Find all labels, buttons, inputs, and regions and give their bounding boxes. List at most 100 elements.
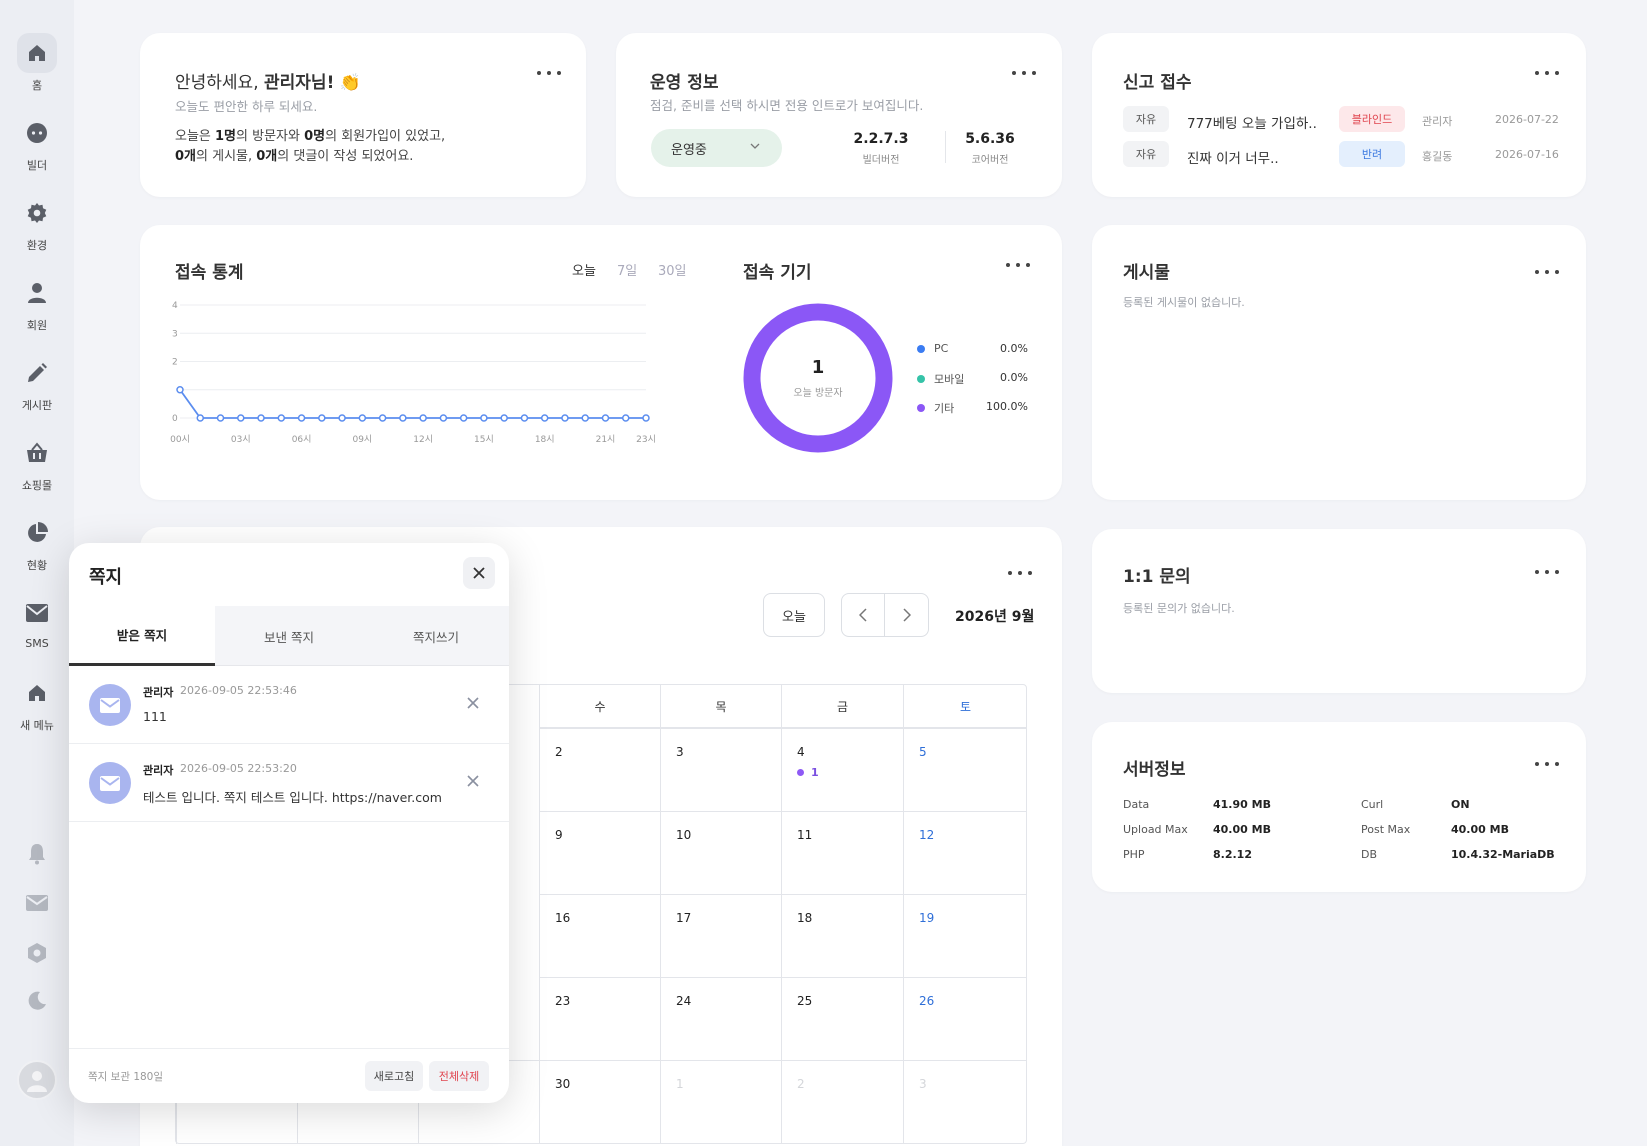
message-tabs: 받은 쪽지 보낸 쪽지 쪽지쓰기 — [69, 606, 509, 666]
user-icon — [17, 273, 57, 313]
data-point — [601, 414, 610, 422]
server-value: 40.00 MB — [1213, 823, 1271, 836]
calendar-event[interactable]: 1 — [797, 766, 903, 779]
calendar-day[interactable]: 17 — [660, 894, 781, 977]
server-value: 41.90 MB — [1213, 798, 1271, 811]
data-point — [277, 414, 286, 422]
refresh-button[interactable]: 새로고침 — [365, 1061, 423, 1091]
calendar-day[interactable]: 16 — [539, 894, 660, 977]
stats-card: 접속 통계 오늘 7일 30일 0 2 3 4 00시 03시 06시 09시 12시 15시 18… — [140, 225, 1062, 500]
message-item[interactable]: 관리자 2026-09-05 22:53:46 111 — [69, 666, 509, 744]
tab-compose[interactable]: 쪽지쓰기 — [363, 606, 509, 666]
tab-today[interactable]: 오늘 — [572, 260, 596, 279]
sidebar-item-settings[interactable]: 환경 — [0, 193, 74, 253]
calendar-day[interactable]: 1 — [660, 1060, 781, 1144]
more-button[interactable] — [1006, 259, 1030, 271]
moon-icon[interactable] — [0, 991, 74, 1011]
reports-card: 신고 접수 자유 777베팅 오늘 가입하.. 블라인드 관리자 2026-07… — [1092, 33, 1586, 197]
calendar-day[interactable]: 25 — [781, 977, 903, 1060]
calendar-day[interactable]: 4 1 — [781, 728, 903, 811]
more-button[interactable] — [1535, 758, 1559, 770]
avatar[interactable] — [17, 1060, 57, 1100]
sidebar-item-board[interactable]: 게시판 — [0, 353, 74, 413]
more-button[interactable] — [1008, 567, 1032, 579]
sidebar-item-sms[interactable]: SMS — [0, 593, 74, 650]
sidebar-item-shop[interactable]: 쇼핑몰 — [0, 433, 74, 493]
builder-version-number: 2.2.7.3 — [853, 131, 909, 147]
prev-month-button[interactable] — [842, 594, 886, 636]
tab-inbox[interactable]: 받은 쪽지 — [69, 606, 215, 666]
calendar-day[interactable]: 2 — [539, 728, 660, 811]
sidebar-item-members[interactable]: 회원 — [0, 273, 74, 333]
sidebar-item-builder[interactable]: 빌더 — [0, 113, 74, 173]
next-month-button[interactable] — [885, 594, 928, 636]
report-title: 진짜 이거 너무.. — [1187, 151, 1279, 167]
calendar-day[interactable]: 5 — [903, 728, 1027, 811]
status-badge: 블라인드 — [1339, 106, 1405, 132]
clap-emoji: 👏 — [339, 73, 361, 93]
message-time: 2026-09-05 22:53:20 — [180, 762, 297, 775]
calendar-day[interactable]: 11 — [781, 811, 903, 894]
server-key: Post Max — [1361, 823, 1411, 836]
legend-label: 모바일 — [934, 373, 965, 386]
data-point — [237, 414, 245, 422]
server-value: 8.2.12 — [1213, 848, 1252, 861]
day-number: 4 — [797, 745, 805, 759]
calendar-day[interactable]: 18 — [781, 894, 903, 977]
x-tick-label: 21시 — [596, 434, 616, 445]
calendar-day[interactable]: 9 — [539, 811, 660, 894]
more-button[interactable] — [1535, 266, 1559, 278]
mail-icon[interactable] — [0, 895, 74, 911]
calendar-day[interactable]: 26 — [903, 977, 1027, 1060]
bell-icon[interactable] — [0, 843, 74, 865]
server-key: DB — [1361, 848, 1378, 861]
close-icon — [467, 775, 479, 787]
sidebar-item-label: SMS — [25, 637, 49, 650]
data-point — [318, 414, 326, 422]
calendar-day[interactable]: 12 — [903, 811, 1027, 894]
more-button[interactable] — [1012, 67, 1036, 79]
server-card: 서버정보 Data 41.90 MB Curl ON Upload Max 40… — [1092, 722, 1586, 892]
close-icon — [467, 697, 479, 709]
legend-dot — [917, 344, 925, 353]
calendar-day[interactable]: 3 — [660, 728, 781, 811]
device-title: 접속 기기 — [743, 263, 812, 283]
sidebar-item-status[interactable]: 현황 — [0, 513, 74, 573]
more-button[interactable] — [537, 67, 561, 79]
delete-message-button[interactable] — [465, 773, 481, 789]
calendar-day[interactable]: 30 — [539, 1060, 660, 1144]
delete-message-button[interactable] — [465, 695, 481, 711]
y-tick-label: 0 — [172, 414, 178, 424]
tab-30days[interactable]: 30일 — [658, 260, 687, 279]
delete-all-button[interactable]: 전체삭제 — [429, 1061, 489, 1091]
calendar-month: 2026년 9월 — [955, 609, 1035, 625]
x-tick-label: 15시 — [474, 434, 494, 445]
core-version-number: 5.6.36 — [965, 131, 1015, 147]
today-button[interactable]: 오늘 — [763, 593, 825, 637]
message-text: 테스트 입니다. 쪽지 테스트 입니다. https://naver.com — [143, 790, 442, 805]
y-tick-label: 3 — [172, 329, 178, 339]
sidebar-item-home[interactable]: 홈 — [0, 33, 74, 93]
server-value: 10.4.32-MariaDB — [1451, 848, 1555, 861]
sidebar-item-label: 홈 — [31, 79, 43, 92]
data-point — [399, 414, 407, 422]
status-select[interactable]: 운영중 — [651, 129, 782, 167]
more-button[interactable] — [1535, 566, 1559, 578]
message-item[interactable]: 관리자 2026-09-05 22:53:20 테스트 입니다. 쪽지 테스트 … — [69, 744, 509, 822]
calendar-day[interactable]: 19 — [903, 894, 1027, 977]
tab-sent[interactable]: 보낸 쪽지 — [216, 606, 362, 666]
calendar-day[interactable]: 23 — [539, 977, 660, 1060]
calendar-day[interactable]: 3 — [903, 1060, 1027, 1144]
calendar-day[interactable]: 2 — [781, 1060, 903, 1144]
more-button[interactable] — [1535, 67, 1559, 79]
data-point — [561, 414, 569, 422]
chevron-left-icon — [859, 608, 867, 622]
calendar-day[interactable]: 24 — [660, 977, 781, 1060]
inquiry-title: 1:1 문의 — [1123, 567, 1191, 587]
settings-icon[interactable] — [0, 942, 74, 964]
tab-7days[interactable]: 7일 — [617, 260, 637, 279]
close-button[interactable] — [463, 557, 495, 589]
sidebar-item-new-menu[interactable]: 새 메뉴 — [0, 673, 74, 733]
calendar-day[interactable]: 10 — [660, 811, 781, 894]
donut-center-label: 오늘 방문자 — [793, 388, 843, 399]
